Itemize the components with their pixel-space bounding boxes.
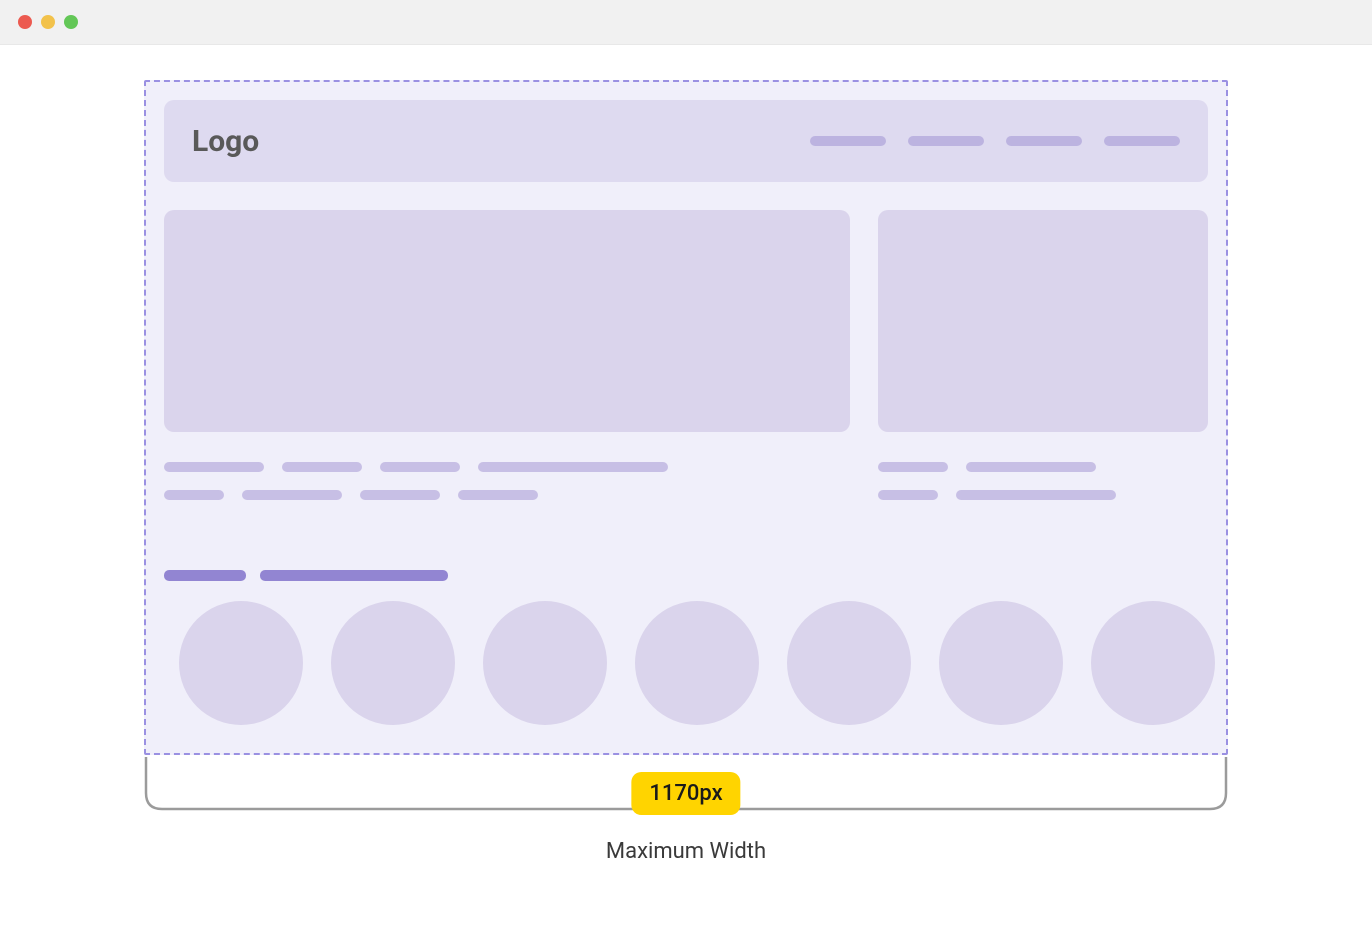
nav-item-placeholder	[1104, 136, 1180, 146]
text-segment	[380, 462, 460, 472]
circle-placeholder	[939, 601, 1063, 725]
text-segment	[966, 462, 1096, 472]
nav-item-placeholder	[1006, 136, 1082, 146]
text-segment	[878, 490, 938, 500]
text-segment	[242, 490, 342, 500]
text-segment	[458, 490, 538, 500]
wireframe-header: Logo	[164, 100, 1208, 182]
text-placeholder-row	[164, 462, 1208, 500]
hero-block-left	[164, 210, 850, 432]
minimize-window-button[interactable]	[41, 15, 55, 29]
circle-placeholder	[179, 601, 303, 725]
logo-placeholder: Logo	[192, 124, 259, 159]
window-title-bar	[0, 0, 1372, 45]
circle-placeholder	[1091, 601, 1215, 725]
text-segment	[164, 490, 224, 500]
text-block-right	[878, 462, 1208, 500]
maximize-window-button[interactable]	[64, 15, 78, 29]
heading-placeholder-row	[164, 570, 1208, 581]
text-line	[164, 490, 850, 500]
circle-placeholder	[483, 601, 607, 725]
wireframe-container: Logo	[144, 80, 1228, 755]
circle-placeholder	[787, 601, 911, 725]
text-segment	[956, 490, 1116, 500]
heading-segment	[260, 570, 448, 581]
width-badge: 1170px	[631, 772, 740, 815]
diagram-canvas: Logo	[0, 45, 1372, 864]
text-segment	[360, 490, 440, 500]
measurement-label: Maximum Width	[606, 839, 766, 864]
nav-item-placeholder	[908, 136, 984, 146]
text-segment	[478, 462, 668, 472]
text-line	[878, 462, 1208, 472]
text-segment	[282, 462, 362, 472]
text-segment	[164, 462, 264, 472]
hero-row	[164, 210, 1208, 432]
close-window-button[interactable]	[18, 15, 32, 29]
text-line	[164, 462, 850, 472]
text-segment	[878, 462, 948, 472]
circle-placeholder	[331, 601, 455, 725]
text-line	[878, 490, 1208, 500]
nav-placeholder-group	[810, 136, 1180, 146]
avatar-circles-row	[164, 601, 1208, 725]
nav-item-placeholder	[810, 136, 886, 146]
text-block-left	[164, 462, 850, 500]
circle-placeholder	[635, 601, 759, 725]
heading-segment	[164, 570, 246, 581]
hero-block-right	[878, 210, 1208, 432]
measurement-bracket: 1170px	[144, 757, 1228, 811]
